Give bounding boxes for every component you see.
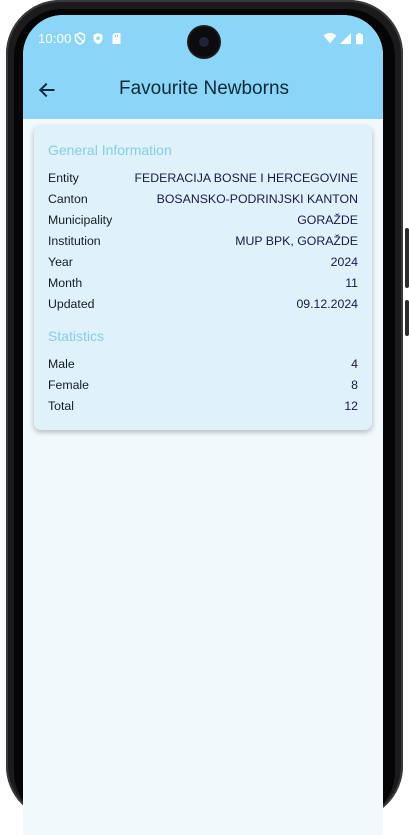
row-label: Institution [48, 234, 101, 248]
row-label: Entity [48, 171, 79, 185]
row-label: Month [48, 276, 83, 290]
row-label: Year [48, 255, 73, 269]
device: 10:00 Favourite Newborns General Informa… [0, 0, 409, 835]
info-card: General Information Entity FEDERACIJA BO… [34, 126, 372, 430]
signal-icon [340, 33, 351, 44]
app-bar: 10:00 Favourite Newborns [23, 15, 383, 119]
info-row-month: Month 11 [48, 276, 358, 294]
stat-row-female: Female 8 [48, 378, 358, 396]
power-button [405, 300, 409, 336]
front-camera [189, 27, 219, 57]
info-row-municipality: Municipality GORAŽDE [48, 213, 358, 231]
row-value: GORAŽDE [297, 213, 358, 227]
row-value: 8 [351, 378, 358, 392]
back-button[interactable] [34, 77, 60, 103]
row-value: MUP BPK, GORAŽDE [235, 234, 358, 248]
row-value: 11 [345, 276, 358, 290]
row-label: Canton [48, 192, 88, 206]
volume-button [405, 228, 409, 288]
info-row-year: Year 2024 [48, 255, 358, 273]
row-value: 09.12.2024 [296, 297, 358, 311]
battery-icon [356, 33, 363, 45]
stat-row-male: Male 4 [48, 357, 358, 375]
status-icons-right [323, 32, 369, 50]
row-label: Male [48, 357, 75, 371]
sd-card-icon [111, 32, 122, 50]
info-row-canton: Canton BOSANSKO-PODRINJSKI KANTON [48, 192, 358, 210]
screen: 10:00 Favourite Newborns General Informa… [23, 15, 383, 835]
row-label: Updated [48, 297, 95, 311]
row-value: 12 [344, 399, 358, 413]
arrow-left-icon [34, 82, 60, 107]
stat-row-total: Total 12 [48, 399, 358, 417]
row-label: Total [48, 399, 74, 413]
statistics-title: Statistics [48, 328, 105, 344]
badge-icon [92, 32, 104, 50]
status-time: 10:00 [38, 31, 72, 46]
info-row-entity: Entity FEDERACIJA BOSNE I HERCEGOVINE [48, 171, 358, 189]
info-row-updated: Updated 09.12.2024 [48, 297, 358, 315]
row-value: FEDERACIJA BOSNE I HERCEGOVINE [134, 171, 358, 185]
page-title: Favourite Newborns [119, 78, 290, 99]
status-bar: 10:00 [23, 15, 383, 63]
row-label: Municipality [48, 213, 113, 227]
shield-icon [74, 32, 86, 50]
row-value: 2024 [330, 255, 358, 269]
row-value: 4 [351, 357, 358, 371]
general-information-title: General Information [48, 142, 172, 158]
info-row-institution: Institution MUP BPK, GORAŽDE [48, 234, 358, 252]
wifi-icon [323, 33, 337, 44]
row-value: BOSANSKO-PODRINJSKI KANTON [156, 192, 358, 206]
row-label: Female [48, 378, 90, 392]
